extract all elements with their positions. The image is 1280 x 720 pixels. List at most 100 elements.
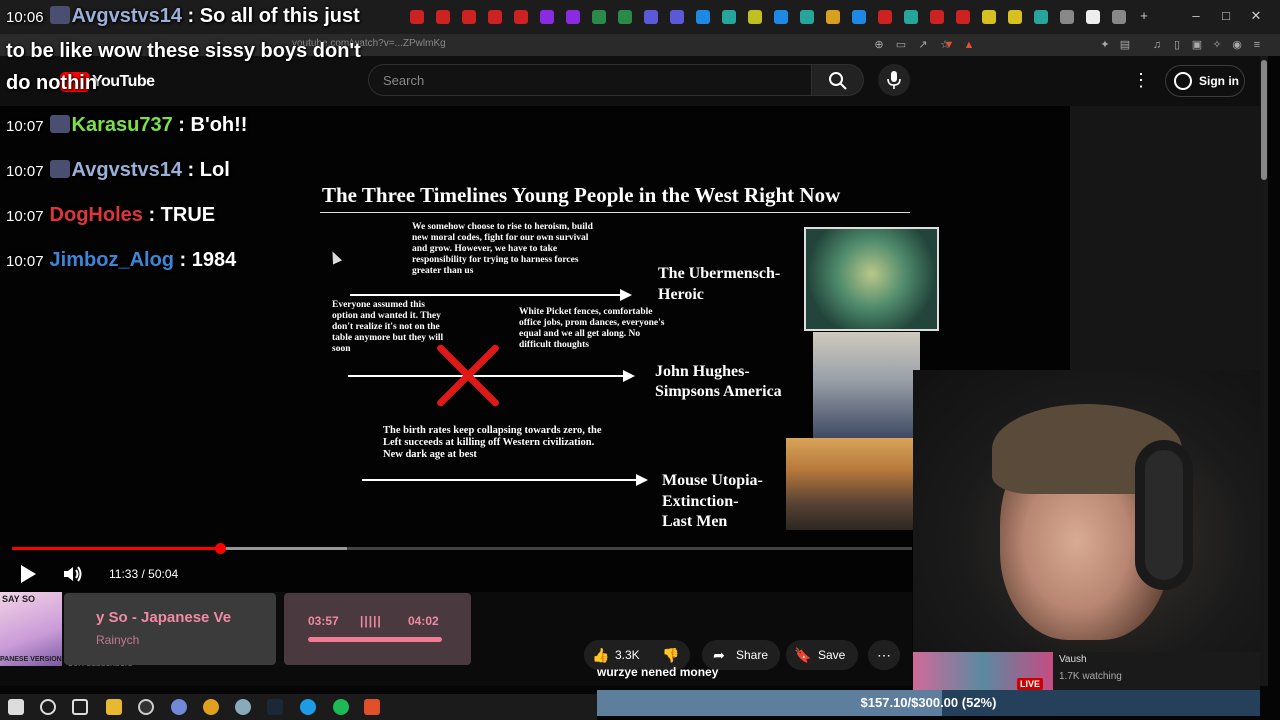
album-art-subtitle: PANESE VERSION — [0, 656, 62, 663]
donation-goal-bar: $157.10/$300.00 (52%) — [597, 690, 1260, 716]
tab-favicon-icon[interactable] — [982, 10, 996, 24]
live-stream-card[interactable]: LIVE Vaush 1.7K watching — [913, 652, 1260, 690]
microphone-icon — [887, 71, 901, 89]
discord-icon[interactable] — [171, 699, 187, 715]
media-icon[interactable]: ♫ — [1150, 38, 1164, 52]
mid-label-line1: John Hughes- — [655, 363, 750, 380]
task-view-icon[interactable] — [72, 699, 88, 715]
vpn-icon[interactable]: ◉ — [1230, 38, 1244, 52]
chat-colon: : — [142, 204, 161, 226]
live-watching-count: 1.7K watching — [1059, 671, 1122, 682]
chat-time: 10:07 — [6, 118, 44, 135]
extensions-icon[interactable]: ✦ — [1098, 38, 1112, 52]
more-options-icon[interactable]: ⋮ — [1130, 69, 1152, 93]
chat-username: Jimboz_Alog — [49, 249, 174, 271]
tab-favicon-icon[interactable] — [1112, 10, 1126, 24]
windows-start-icon[interactable] — [8, 699, 24, 715]
tab-favicon-icon[interactable] — [436, 10, 450, 24]
headphones — [1135, 440, 1193, 590]
chat-text: So all of this just — [199, 5, 360, 27]
share-icon: ➦ — [713, 647, 725, 663]
tab-favicon-icon[interactable] — [1034, 10, 1048, 24]
brave-shield-icon[interactable]: ▼ — [942, 38, 956, 52]
dislike-icon[interactable]: 👎 — [662, 646, 680, 664]
tab-favicon-icon[interactable] — [462, 10, 476, 24]
tab-favicon-icon[interactable] — [878, 10, 892, 24]
tab-favicon-icon[interactable] — [566, 10, 580, 24]
taskbar-search-icon[interactable] — [40, 699, 56, 715]
like-icon[interactable]: 👍 — [592, 646, 610, 664]
progress-scrubber[interactable] — [214, 543, 226, 554]
search-input[interactable]: Search — [368, 64, 812, 96]
tab-favicon-icon[interactable] — [696, 10, 710, 24]
sign-in-label: Sign in — [1199, 74, 1239, 88]
search-button[interactable] — [812, 64, 864, 96]
close-window-button[interactable]: ✕ — [1244, 8, 1268, 24]
leo-icon[interactable]: ✧ — [1210, 38, 1224, 52]
tab-favicon-icon[interactable] — [800, 10, 814, 24]
more-horizontal-icon: ⋯ — [877, 647, 891, 663]
tab-favicon-icon[interactable] — [1086, 10, 1100, 24]
tab-favicon-icon[interactable] — [722, 10, 736, 24]
youtube-logo-text[interactable]: YouTube — [92, 73, 155, 91]
share-page-icon[interactable]: ↗ — [916, 38, 930, 52]
app-icon[interactable] — [235, 699, 251, 715]
chat-colon: : — [182, 5, 200, 27]
tab-favicon-icon[interactable] — [852, 10, 866, 24]
tab-favicon-icon[interactable] — [748, 10, 762, 24]
brave-rewards-icon[interactable]: ▲ — [962, 38, 976, 52]
tab-favicon-icon[interactable] — [1060, 10, 1074, 24]
chrome-icon[interactable] — [203, 699, 219, 715]
tab-favicon-icon[interactable] — [904, 10, 918, 24]
menu-icon[interactable]: ≡ — [1250, 38, 1264, 52]
now-playing-album-art: SAY SO PANESE VERSION — [0, 592, 62, 666]
tab-favicon-icon[interactable] — [956, 10, 970, 24]
steam-icon[interactable] — [267, 699, 283, 715]
cast-icon[interactable]: ▭ — [894, 38, 908, 52]
volume-icon[interactable] — [62, 564, 84, 584]
edge-icon[interactable] — [300, 699, 316, 715]
tab-favicon-icon[interactable] — [618, 10, 632, 24]
save-button[interactable]: 🔖 Save — [786, 640, 858, 670]
tab-favicon-icon[interactable] — [592, 10, 606, 24]
tab-favicon-icon[interactable] — [774, 10, 788, 24]
tab-favicon-icon[interactable] — [410, 10, 424, 24]
brave-icon[interactable] — [364, 699, 380, 715]
progress-bar[interactable] — [12, 543, 912, 554]
now-playing-artist: Rainych — [96, 633, 140, 647]
now-playing-progress-bar — [308, 637, 442, 642]
obs-icon[interactable] — [138, 699, 154, 715]
tab-favicon-icon[interactable] — [1008, 10, 1022, 24]
bottom-label-line2: Extinction- — [662, 493, 739, 510]
like-count[interactable]: 3.3K — [615, 648, 640, 662]
slide-title-underline — [320, 212, 910, 213]
scrollbar-thumb[interactable] — [1261, 60, 1267, 180]
play-icon[interactable] — [21, 565, 36, 583]
sidebar-icon[interactable]: ▤ — [1118, 38, 1132, 52]
chat-message: 10:07 Karasu737 : B'oh!! — [6, 114, 247, 137]
page-scrollbar[interactable] — [1260, 56, 1268, 686]
tab-favicon-icon[interactable] — [670, 10, 684, 24]
more-actions-button[interactable]: ⋯ — [868, 640, 900, 670]
new-tab-button[interactable]: + — [1132, 8, 1156, 23]
sign-in-button[interactable]: Sign in — [1165, 65, 1245, 97]
spotify-icon[interactable] — [333, 699, 349, 715]
chat-username: Karasu737 — [71, 114, 173, 136]
tab-favicon-icon[interactable] — [540, 10, 554, 24]
tab-favicon-icon[interactable] — [488, 10, 502, 24]
chat-badge-icon — [49, 115, 70, 133]
minimize-button[interactable]: – — [1184, 8, 1208, 23]
file-explorer-icon[interactable] — [106, 699, 122, 715]
mid-label-line2: Simpsons America — [655, 383, 782, 400]
zoom-icon[interactable]: ⊕ — [872, 38, 886, 52]
reading-list-icon[interactable]: ▯ — [1170, 38, 1184, 52]
tab-favicon-icon[interactable] — [644, 10, 658, 24]
tab-favicon-icon[interactable] — [826, 10, 840, 24]
live-channel-name[interactable]: Vaush — [1059, 654, 1087, 665]
voice-search-button[interactable] — [878, 64, 910, 96]
tab-favicon-icon[interactable] — [930, 10, 944, 24]
maximize-button[interactable]: □ — [1214, 8, 1238, 23]
wallet-icon[interactable]: ▣ — [1190, 38, 1204, 52]
chat-badge-icon — [49, 160, 70, 178]
tab-favicon-icon[interactable] — [514, 10, 528, 24]
